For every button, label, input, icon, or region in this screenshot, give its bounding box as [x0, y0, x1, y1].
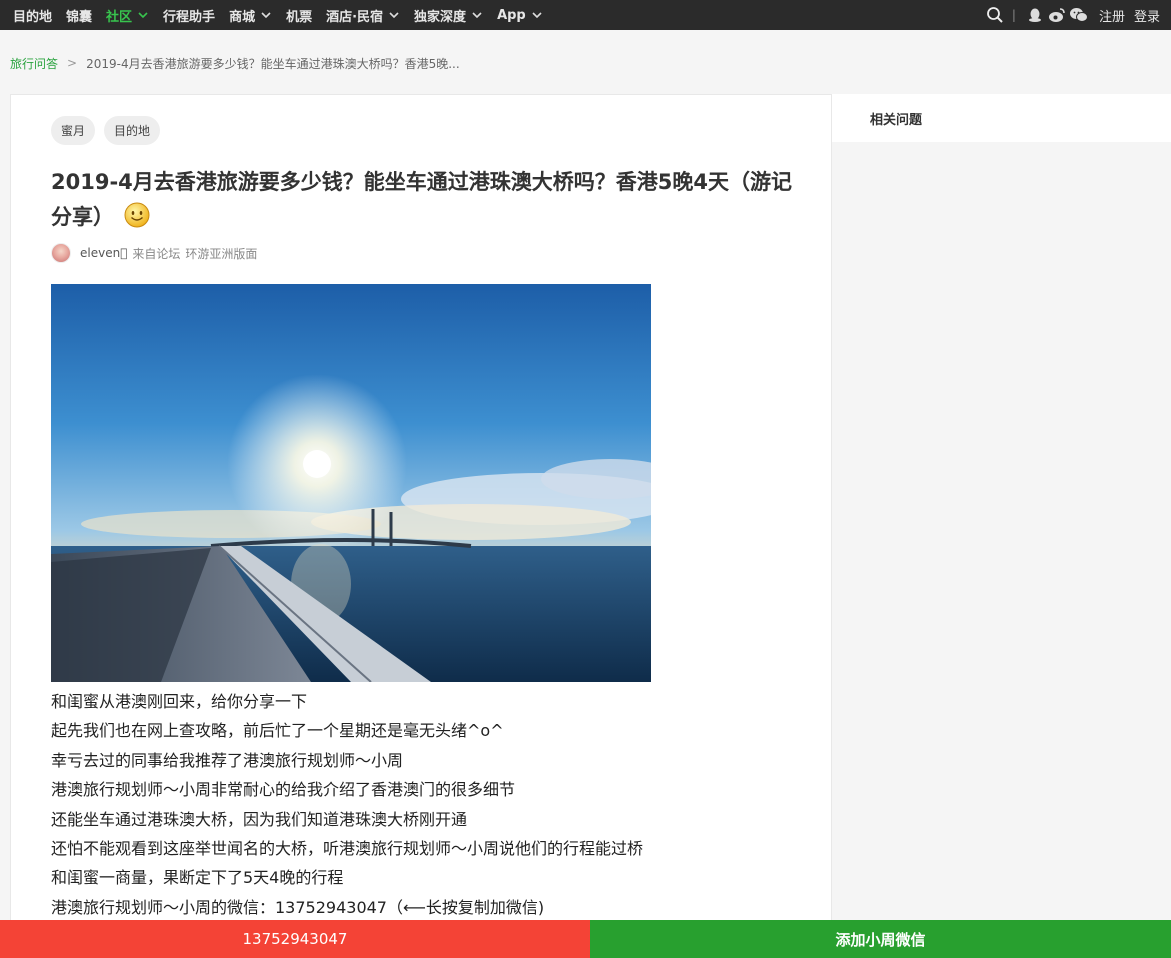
- post-body-line: 幸亏去过的同事给我推荐了港澳旅行规划师～小周: [51, 750, 404, 770]
- nav-item-label: 机票: [286, 9, 313, 25]
- chevron-down-icon: [138, 12, 148, 19]
- post-body-line: 港澳旅行规划师～小周非常耐心的给我介绍了香港澳门的很多细节: [51, 780, 516, 800]
- post-body: 和闺蜜从港澳刚回来，给你分享一下 起先我们也在网上查攻略，前后忙了一个星期还是毫…: [51, 687, 811, 922]
- nav-item-label: 商城: [229, 9, 256, 25]
- nav-item-mall[interactable]: 商城: [222, 0, 279, 30]
- sidebar: 相关问题: [832, 94, 1171, 958]
- breadcrumb: 旅行问答 > 2019-4月去香港旅游要多少钱？能坐车通过港珠澳大桥吗？香港5晚…: [10, 54, 460, 72]
- breadcrumb-separator: >: [67, 56, 78, 70]
- nav-item-label: 社区: [106, 9, 133, 25]
- post-body-line: 和闺蜜一商量，果断定下了5天4晚的行程: [51, 868, 344, 888]
- nav-item-flights[interactable]: 机票: [279, 0, 319, 30]
- register-link[interactable]: 注册: [1090, 6, 1125, 25]
- chevron-down-icon: [472, 12, 482, 19]
- weibo-icon[interactable]: [1046, 0, 1068, 30]
- nav-item-label: 锦囊: [66, 9, 93, 25]
- nav-separator: |: [1011, 8, 1016, 22]
- post-body-line: 还怕不能观看到这座举世闻名的大桥，听港澳旅行规划师～小周说他们的行程能过桥: [51, 839, 644, 859]
- author-source-label: 来自论坛: [132, 246, 181, 261]
- nav-item-label: App: [497, 7, 526, 23]
- author-forum-link[interactable]: 环游亚洲版面: [185, 245, 257, 262]
- smiley-icon: [124, 202, 150, 239]
- post-tags: 蜜月 目的地: [51, 116, 161, 145]
- post-title: 2019-4月去香港旅游要多少钱？能坐车通过港珠澳大桥吗？香港5晚4天（游记分享…: [51, 165, 811, 239]
- nav-item-itinerary-assistant[interactable]: 行程助手: [156, 0, 222, 30]
- post-title-text: 2019-4月去香港旅游要多少钱？能坐车通过港珠澳大桥吗？香港5晚4天（游记分享…: [51, 170, 792, 229]
- nav-item-destinations[interactable]: 目的地: [0, 0, 59, 30]
- post-author: eleven  来自论坛 环游亚洲版面: [51, 243, 257, 263]
- nav-item-label: 酒店·民宿: [326, 9, 384, 25]
- call-phone-button[interactable]: 13752943047: [0, 920, 590, 958]
- post-body-line: 和闺蜜从港澳刚回来，给你分享一下: [51, 692, 308, 711]
- top-navigation-bar: 目的地 锦囊 社区 行程助手 商城 机票 酒店·民宿 独家深度 App | 注册…: [0, 0, 1171, 30]
- sidebar-title: 相关问题: [832, 94, 1171, 142]
- post-card: 蜜月 目的地 2019-4月去香港旅游要多少钱？能坐车通过港珠澳大桥吗？香港5晚…: [10, 94, 832, 958]
- tag-destination[interactable]: 目的地: [104, 116, 161, 145]
- wechat-icon[interactable]: [1068, 0, 1090, 30]
- nav-item-app[interactable]: App: [490, 0, 550, 30]
- nav-item-community[interactable]: 社区: [99, 0, 156, 30]
- bottom-action-bar: 13752943047 添加小周微信: [0, 920, 1171, 958]
- tag-honeymoon[interactable]: 蜜月: [51, 116, 96, 145]
- breadcrumb-current: 2019-4月去香港旅游要多少钱？能坐车通过港珠澳大桥吗？香港5晚...: [86, 56, 460, 71]
- post-body-line: 还能坐车通过港珠澳大桥，因为我们知道港珠澳大桥刚开通: [51, 809, 468, 829]
- nav-item-label: 目的地: [13, 9, 53, 25]
- nav-item-exclusive[interactable]: 独家深度: [407, 0, 490, 30]
- avatar[interactable]: [51, 243, 71, 263]
- post-body-line: 起先我们也在网上查攻略，前后忙了一个星期还是毫无头绪^o^: [51, 721, 504, 741]
- author-name[interactable]: eleven : [80, 246, 127, 260]
- chevron-down-icon: [532, 12, 542, 19]
- nav-item-guides[interactable]: 锦囊: [59, 0, 99, 30]
- breadcrumb-home-link[interactable]: 旅行问答: [10, 55, 58, 72]
- chevron-down-icon: [261, 12, 271, 19]
- nav-item-label: 独家深度: [414, 9, 467, 25]
- hero-image-bridge: [51, 284, 651, 682]
- qq-icon[interactable]: [1024, 0, 1046, 30]
- add-wechat-button[interactable]: 添加小周微信: [590, 920, 1171, 958]
- nav-right-group: | 注册 登录: [984, 0, 1171, 30]
- nav-item-hotels[interactable]: 酒店·民宿: [319, 0, 407, 30]
- search-icon[interactable]: [984, 0, 1006, 30]
- login-link[interactable]: 登录: [1125, 6, 1160, 25]
- chevron-down-icon: [389, 12, 399, 19]
- post-body-line: 港澳旅行规划师～小周的微信：13752943047（⟵长按复制加微信): [51, 897, 545, 917]
- nav-item-label: 行程助手: [163, 9, 216, 25]
